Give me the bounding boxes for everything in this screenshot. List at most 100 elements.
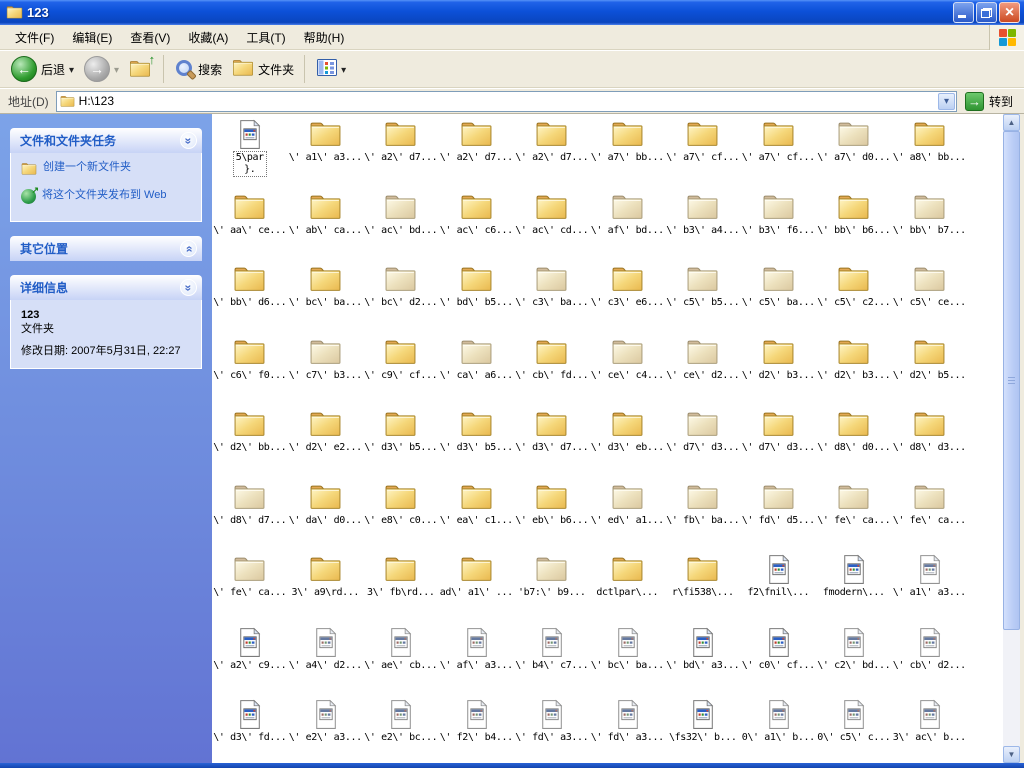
folder-item[interactable]: \' e8\' c0... [363, 479, 439, 552]
up-button[interactable] [124, 53, 158, 85]
folder-item[interactable]: \' ac\' cd... [514, 189, 590, 262]
folder-item[interactable]: \' fe\' ca... [892, 479, 968, 552]
folder-item[interactable]: r\fi538\... [665, 551, 741, 624]
forward-button[interactable] [79, 53, 124, 85]
scroll-down-button[interactable] [1003, 746, 1020, 763]
file-item[interactable]: \' cb\' d2... [892, 624, 968, 697]
file-item[interactable]: \' a2\' c9... [212, 624, 288, 697]
file-item[interactable]: \' bc\' ba... [590, 624, 666, 697]
folder-item[interactable]: \' d8\' d0... [816, 406, 892, 479]
folders-button[interactable]: 文件夹 [227, 53, 299, 85]
menu-item[interactable]: 收藏(A) [179, 26, 237, 49]
folder-item[interactable]: \' bb\' b6... [816, 189, 892, 262]
file-item[interactable]: \' e2\' a3... [288, 696, 364, 763]
folder-item[interactable]: \' eb\' b6... [514, 479, 590, 552]
file-item[interactable]: \' c2\' bd... [816, 624, 892, 697]
folder-item[interactable]: \' a2\' d7... [514, 116, 590, 189]
file-item[interactable]: \' af\' a3... [439, 624, 515, 697]
file-item[interactable]: fmodern\... [816, 551, 892, 624]
folder-item[interactable]: \' c6\' f0... [212, 334, 288, 407]
folder-item[interactable]: \' a2\' d7... [363, 116, 439, 189]
folder-item[interactable]: ad\' a1\' ... [439, 551, 515, 624]
folder-item[interactable]: \' c3\' e6... [590, 261, 666, 334]
menu-item[interactable]: 查看(V) [121, 26, 179, 49]
expand-chevron-icon[interactable]: » [180, 240, 197, 257]
close-button[interactable] [999, 2, 1020, 23]
menu-item[interactable]: 工具(T) [237, 26, 294, 49]
folder-item[interactable]: \' d3\' d7... [514, 406, 590, 479]
folder-item[interactable]: \' ce\' c4... [590, 334, 666, 407]
search-button[interactable]: 搜索 [169, 53, 227, 85]
folder-item[interactable]: \' ca\' a6... [439, 334, 515, 407]
file-item[interactable]: \' fd\' a3... [590, 696, 666, 763]
file-item[interactable]: \' d3\' fd... [212, 696, 288, 763]
file-item[interactable]: 0\' c5\' c... [816, 696, 892, 763]
file-item[interactable]: \' a1\' a3... [892, 551, 968, 624]
collapse-chevron-icon[interactable]: » [180, 132, 197, 149]
folder-item[interactable]: \' bd\' b5... [439, 261, 515, 334]
folder-item[interactable]: \' c7\' b3... [288, 334, 364, 407]
folder-item[interactable]: \' c5\' b5... [665, 261, 741, 334]
back-button[interactable]: 后退 [6, 53, 79, 85]
folder-item[interactable]: \' d2\' e2... [288, 406, 364, 479]
folder-item[interactable]: \' d2\' b5... [892, 334, 968, 407]
folder-item[interactable]: \' a2\' d7... [439, 116, 515, 189]
file-item[interactable]: \' a4\' d2... [288, 624, 364, 697]
file-item[interactable]: \' e2\' bc... [363, 696, 439, 763]
folder-item[interactable]: \' d8\' d3... [892, 406, 968, 479]
panel-file-folder-tasks-header[interactable]: 文件和文件夹任务 » [10, 128, 202, 153]
menu-item[interactable]: 编辑(E) [63, 26, 121, 49]
folder-item[interactable]: \' d2\' b3... [816, 334, 892, 407]
folder-item[interactable]: \' ed\' a1... [590, 479, 666, 552]
panel-other-places-header[interactable]: 其它位置 » [10, 236, 202, 261]
folder-item[interactable]: \' fb\' ba... [665, 479, 741, 552]
restore-button[interactable] [976, 2, 997, 23]
folder-item[interactable]: \' bb\' b7... [892, 189, 968, 262]
task-publish-to-web[interactable]: 将这个文件夹发布到 Web [21, 189, 193, 204]
back-dropdown-icon[interactable] [69, 62, 74, 76]
folder-item[interactable]: \' d7\' d3... [665, 406, 741, 479]
folder-item[interactable]: \' a1\' a3... [288, 116, 364, 189]
folder-item[interactable]: \' ac\' bd... [363, 189, 439, 262]
file-item[interactable]: 3\' ac\' b... [892, 696, 968, 763]
folder-item[interactable]: \' d3\' eb... [590, 406, 666, 479]
folder-item[interactable]: \' b3\' a4... [665, 189, 741, 262]
folder-item[interactable]: \' bb\' d6... [212, 261, 288, 334]
folder-item[interactable]: \' bc\' d2... [363, 261, 439, 334]
folder-item[interactable]: \' d8\' d7... [212, 479, 288, 552]
minimize-button[interactable] [953, 2, 974, 23]
scroll-up-button[interactable] [1003, 114, 1020, 131]
folder-item[interactable]: \' ab\' ca... [288, 189, 364, 262]
folder-item[interactable]: \' c5\' ba... [741, 261, 817, 334]
file-item[interactable]: f2\fnil\... [741, 551, 817, 624]
file-item[interactable]: \' f2\' b4... [439, 696, 515, 763]
folder-item[interactable]: \' aa\' ce... [212, 189, 288, 262]
file-item[interactable]: \fs32\' b... [665, 696, 741, 763]
task-label[interactable]: 创建一个新文件夹 [43, 161, 131, 174]
file-item[interactable]: 5\par }. [212, 116, 288, 189]
folder-item[interactable]: \' d3\' b5... [363, 406, 439, 479]
folder-item[interactable]: \' c5\' c2... [816, 261, 892, 334]
folder-item[interactable]: 3\' fb\rd... [363, 551, 439, 624]
folder-item[interactable]: dctlpar\... [590, 551, 666, 624]
folder-item[interactable]: 3\' a9\rd... [288, 551, 364, 624]
folder-item[interactable]: \' d3\' b5... [439, 406, 515, 479]
panel-details-header[interactable]: 详细信息 » [10, 275, 202, 300]
task-label[interactable]: 将这个文件夹发布到 Web [42, 189, 166, 202]
folder-item[interactable]: \' bc\' ba... [288, 261, 364, 334]
folder-item[interactable]: \' a8\' bb... [892, 116, 968, 189]
folder-item[interactable]: \' b3\' f6... [741, 189, 817, 262]
file-item[interactable]: \' c0\' cf... [741, 624, 817, 697]
file-item[interactable]: \' fd\' a3... [514, 696, 590, 763]
folder-item[interactable]: \' fd\' d5... [741, 479, 817, 552]
folder-item[interactable]: \' af\' bd... [590, 189, 666, 262]
scrollbar-thumb[interactable] [1003, 131, 1020, 630]
folder-item[interactable]: \' ea\' c1... [439, 479, 515, 552]
views-dropdown-icon[interactable] [341, 62, 346, 76]
views-button[interactable] [310, 53, 351, 85]
folder-item[interactable]: \' a7\' cf... [665, 116, 741, 189]
menu-item[interactable]: 帮助(H) [295, 26, 354, 49]
folder-item[interactable]: \' a7\' d0... [816, 116, 892, 189]
address-input[interactable]: H:\123 [56, 91, 957, 112]
folder-item[interactable]: \' ac\' c6... [439, 189, 515, 262]
